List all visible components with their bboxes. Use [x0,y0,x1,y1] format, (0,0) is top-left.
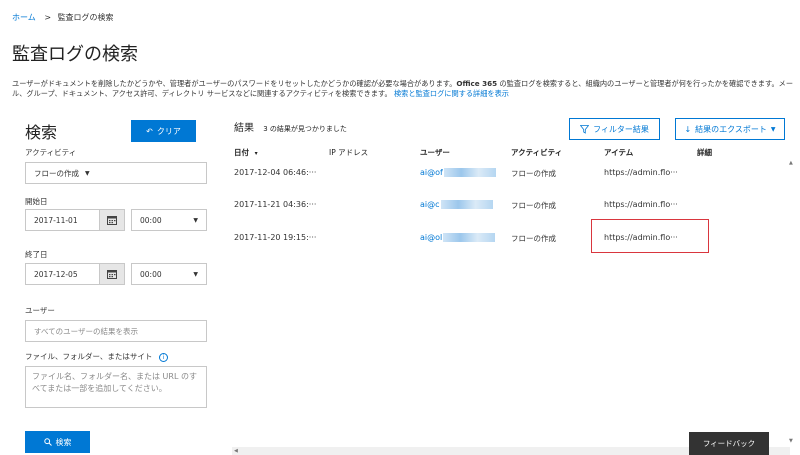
row-item: https://admin.flo··· [604,168,678,177]
learn-more-link[interactable]: 検索と監査ログに関する詳細を表示 [394,89,509,98]
scroll-up-icon[interactable]: ▲ [789,160,793,166]
activity-label: アクティビティ [25,148,77,157]
results-title: 結果 [234,123,254,134]
end-date-input[interactable]: 2017-12-05 [25,263,105,285]
start-time-value: 00:00 [140,215,162,225]
end-date-label: 終了日 [25,250,48,259]
column-header-item[interactable]: アイテム [604,147,633,158]
info-icon[interactable]: i [158,352,168,362]
chevron-down-icon: ▼ [770,125,776,133]
activity-dropdown[interactable]: フローの作成 ▼ [25,162,207,184]
scroll-left-icon[interactable]: ◀ [234,448,238,454]
row-date: 2017-12-04 06:46:··· [234,168,317,177]
vertical-scrollbar[interactable]: ▲ ▼ [788,160,796,447]
page-title: 監査ログの検索 [12,44,138,65]
files-textarea[interactable]: ファイル名、フォルダー名、または URL のすべてまたは一部を追加してください。 [25,366,207,408]
row-activity: フローの作成 [511,201,556,210]
scroll-down-icon[interactable]: ▼ [789,438,793,444]
redacted-user [443,168,496,177]
row-activity: フローの作成 [511,234,556,243]
users-label: ユーザー [25,306,55,315]
row-user[interactable]: ai@c [420,200,493,209]
users-placeholder: すべてのユーザーの結果を表示 [34,326,139,336]
clear-button-label: クリア [156,126,181,136]
start-date-calendar-button[interactable] [99,209,125,231]
page-description: ユーザーがドキュメントを削除したかどうかや、管理者がユーザーのパスワードをリセッ… [12,79,798,99]
start-date-label: 開始日 [25,197,48,206]
end-time-select[interactable]: 00:00 ▼ [131,263,207,285]
filter-results-label: フィルター結果 [593,124,649,134]
calendar-icon [107,215,117,225]
search-button-label: 検索 [55,437,72,447]
breadcrumb-home-link[interactable]: ホーム [12,13,36,22]
filter-results-button[interactable]: フィルター結果 [569,118,660,140]
breadcrumb-separator: > [44,13,52,22]
download-icon: ↓ [684,124,692,134]
column-header-details: 詳細 [697,148,712,157]
search-button[interactable]: 検索 [25,431,90,453]
clear-button[interactable]: ↶ クリア [131,120,196,142]
files-label: ファイル、フォルダー、またはサイト i [25,351,168,362]
undo-icon: ↶ [146,126,153,136]
start-time-select[interactable]: 00:00 ▼ [131,209,207,231]
row-user[interactable]: ai@of [420,168,496,177]
row-activity: フローの作成 [511,169,556,178]
redacted-user [440,200,493,209]
chevron-down-icon: ▼ [85,169,90,177]
column-header-activity[interactable]: アクティビティ [511,147,562,158]
calendar-icon [107,269,117,279]
column-header-user[interactable]: ユーザー [420,147,450,158]
results-count: 3 の結果が見つかりました [263,125,347,133]
row-date: 2017-11-21 04:36:··· [234,200,317,209]
breadcrumb: ホーム > 監査ログの検索 [12,12,114,23]
row-item: https://admin.flo··· [604,200,678,209]
column-header-ip[interactable]: IP アドレス [329,147,368,158]
activity-dropdown-value: フローの作成 [34,168,79,178]
export-results-label: 結果のエクスポート [695,124,767,134]
sort-descending-icon: ▾ [254,150,258,157]
end-date-calendar-button[interactable] [99,263,125,285]
search-icon [43,438,52,446]
row-user[interactable]: ai@ol [420,233,496,242]
start-date-input[interactable]: 2017-11-01 [25,209,105,231]
search-panel-title: 検索 [25,123,58,142]
column-header-date[interactable]: 日付 ▾ [234,147,258,158]
results-header: 結果 3 の結果が見つかりました [234,119,347,134]
end-time-value: 00:00 [140,269,162,279]
item-highlight-box [591,219,709,253]
users-input[interactable]: すべてのユーザーの結果を表示 [25,320,207,342]
row-date: 2017-11-20 19:15:··· [234,233,317,242]
redacted-user [443,233,496,242]
chevron-down-icon: ▼ [193,216,198,224]
export-results-button[interactable]: ↓ 結果のエクスポート ▼ [675,118,785,140]
breadcrumb-current: 監査ログの検索 [57,13,114,22]
feedback-button[interactable]: フィードバック [689,432,769,455]
chevron-down-icon: ▼ [193,270,198,278]
description-product: Office 365 [456,79,498,88]
description-text-1: ユーザーがドキュメントを削除したかどうかや、管理者がユーザーのパスワードをリセッ… [12,79,457,88]
files-label-text: ファイル、フォルダー、またはサイト [25,352,153,361]
filter-icon [580,124,590,134]
